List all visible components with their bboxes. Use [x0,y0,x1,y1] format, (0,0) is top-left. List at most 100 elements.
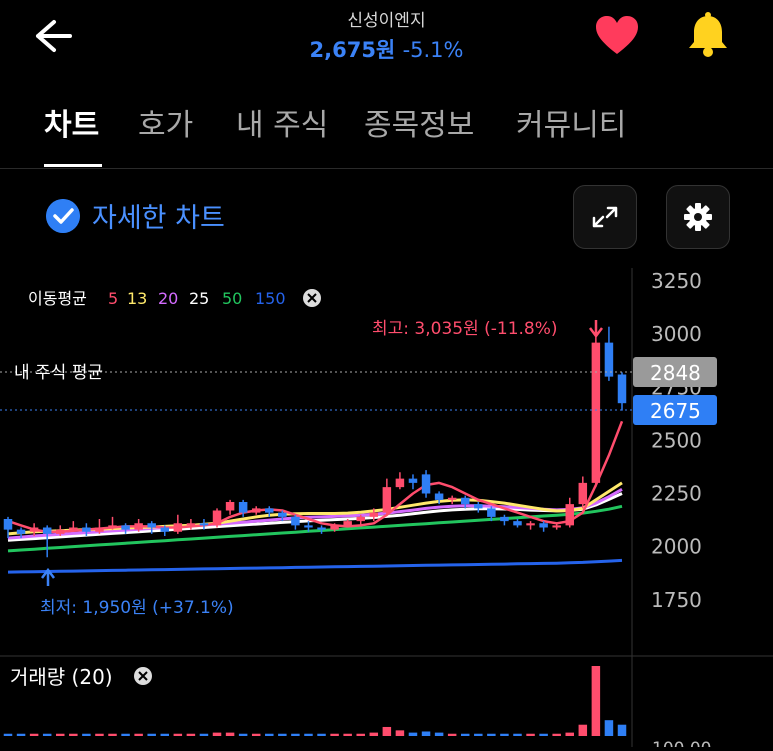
candle-body [265,508,274,513]
price-chart[interactable]: 3250300027502500225020001750 이동평균 5 13 2… [0,268,773,751]
settings-button[interactable] [666,185,730,249]
candle-body [500,516,509,522]
moving-average-lines [7,420,624,574]
my-average-price-value: 2848 [650,361,701,385]
candle-body [69,527,78,530]
volume-bar [317,733,326,736]
volume-bar [82,733,91,736]
candle-body [160,527,170,532]
candle-body [421,474,431,494]
y-axis-ticks: 3250300027502500225020001750 [651,269,702,612]
tab-orderbook[interactable]: 호가 [138,100,193,144]
candle-body [134,523,143,530]
candle-body [16,529,26,534]
volume-bar [16,733,26,736]
candle [173,514,183,534]
candle [565,497,574,528]
volume-bar [199,733,209,736]
volume-bar [460,733,470,736]
candle-body [447,497,457,500]
volume-bar [225,732,235,736]
candle-body [552,525,561,528]
candle-body [251,508,261,513]
top-bar: 신성이엔지 2,675원 -5.1% [0,0,773,80]
close-icon[interactable] [303,289,321,307]
candle [408,474,418,490]
volume-bar [487,733,496,736]
candle [42,525,52,558]
volume-bar [3,733,13,736]
candle-body [121,525,130,530]
candle-body [617,374,627,404]
candle [225,499,235,515]
volume-close-icon[interactable] [134,667,152,685]
candle-body [343,521,352,526]
volume-bar [578,724,588,736]
candle-body [56,529,65,534]
candle [500,514,509,526]
tab-community[interactable]: 커뮤니티 [516,100,626,144]
stock-price-line: 2,675원 -5.1% [0,34,773,64]
tab-stock-info[interactable]: 종목정보 [364,100,474,144]
fullscreen-button[interactable] [573,185,637,249]
y-tick-label: 2000 [651,535,702,559]
candle-body [29,527,39,532]
candle [604,326,614,381]
bell-icon[interactable] [684,12,732,58]
volume-title: 거래량 (20) [10,665,113,689]
candle-body [212,510,222,526]
tab-my-stock[interactable]: 내 주식 [236,100,328,144]
stock-price: 2,675원 [309,38,396,62]
volume-bar [69,733,78,736]
candle-body [382,487,392,513]
volume-bar [474,733,483,736]
candle [95,519,104,534]
candle-body [173,523,183,532]
candle-body [565,504,574,526]
volume-bar [447,733,457,736]
volume-bar [526,733,535,736]
stock-change: -5.1% [402,38,464,62]
ma-period-20: 20 [158,289,178,308]
ma150-line [7,558,623,574]
check-circle-icon[interactable] [46,199,80,233]
volume-bar [369,732,379,736]
tab-chart[interactable]: 차트 [44,100,99,144]
candle [591,334,601,488]
candle-body [238,502,248,513]
low-price-label: 최저: 1,950원 (+37.1%) [40,598,234,618]
volume-bar [382,726,392,736]
candle-body [278,512,287,517]
y-tick-label: 3000 [651,322,702,346]
volume-bar [539,733,548,736]
candle-body [186,523,196,526]
stock-name: 신성이엔지 [347,11,426,31]
candle-body [330,525,339,530]
candle [212,508,222,528]
candle-body [225,502,235,511]
volume-bar [251,733,261,736]
candle-body [317,527,326,530]
y-tick-label: 2250 [651,482,702,506]
volume-bar [356,733,365,736]
volume-bar [395,730,405,736]
candle-body [82,527,91,532]
ma-period-5: 5 [108,289,118,308]
chart-area[interactable]: 3250 3000 2750 2500 2250 2000 1750 이동평균 5 13 2… [0,268,773,751]
expand-icon [592,206,618,228]
candle [526,521,535,530]
volume-bar [500,733,509,736]
volume-bar [186,733,196,736]
volume-bar [408,732,418,736]
volume-bar [108,733,117,736]
volume-bar [212,732,222,736]
volume-bar [56,733,65,736]
high-arrow-icon [589,320,603,339]
y-tick-label: 2500 [651,428,702,452]
heart-icon[interactable] [594,14,640,58]
ma-period-13: 13 [127,289,147,308]
gear-icon [684,203,712,231]
ma-legend[interactable]: 이동평균 5 13 20 25 50 150 [28,289,321,308]
tab-bar: 차트 호가 내 주식 종목정보 커뮤니티 [0,100,773,169]
volume-bar [121,733,130,736]
